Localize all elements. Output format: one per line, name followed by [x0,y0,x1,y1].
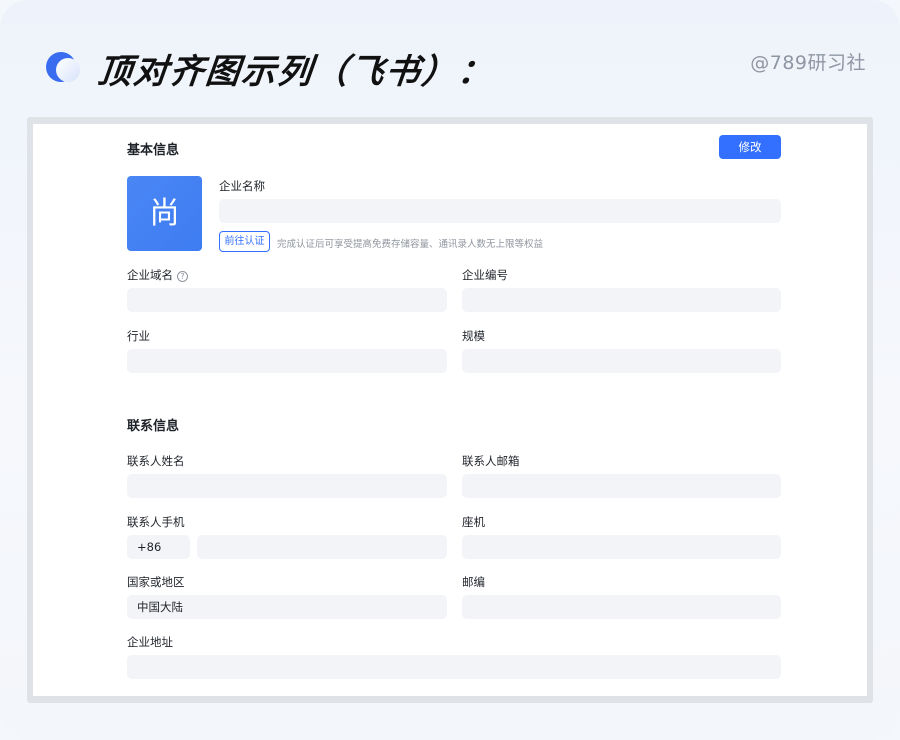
verify-hint: 完成认证后可享受提高免费存储容量、通讯录人数无上限等权益 [277,239,544,250]
address-input[interactable] [127,655,781,679]
phone-country-code-select[interactable]: +86 [127,535,190,559]
company-avatar[interactable]: 尚 [127,176,202,251]
domain-input[interactable] [127,288,447,312]
domain-label-text: 企业域名 [127,268,173,282]
watermark: @789研习社 [750,52,866,74]
contact-phone-label: 联系人手机 [127,515,185,529]
contact-info-title: 联系信息 [127,419,180,434]
postcode-label: 邮编 [462,575,485,589]
landline-label: 座机 [462,515,485,529]
brand-logo-icon [46,52,80,84]
contact-phone-input[interactable] [197,535,447,559]
industry-input[interactable] [127,349,447,373]
address-label: 企业地址 [127,635,173,649]
postcode-input[interactable] [462,595,781,619]
hero-title: 顶对齐图示列（飞书）： [95,51,496,92]
help-icon[interactable]: ? [177,271,188,282]
company-name-input[interactable] [219,199,781,223]
basic-info-title: 基本信息 [127,143,180,158]
industry-label: 行业 [127,329,150,343]
contact-name-label: 联系人姓名 [127,454,185,468]
scale-label: 规模 [462,329,485,343]
scale-input[interactable] [462,349,781,373]
company-name-label: 企业名称 [219,179,265,193]
verify-button[interactable]: 前往认证 [219,231,270,252]
edit-button[interactable]: 修改 [719,135,781,159]
landline-input[interactable] [462,535,781,559]
region-select[interactable]: 中国大陆 [127,595,447,619]
contact-email-label: 联系人邮箱 [462,454,520,468]
contact-email-input[interactable] [462,474,781,498]
hero-header: 顶对齐图示列（飞书）： [46,44,496,92]
company-number-input[interactable] [462,288,781,312]
domain-label: 企业域名? [127,267,188,283]
region-label: 国家或地区 [127,575,185,589]
contact-name-input[interactable] [127,474,447,498]
company-number-label: 企业编号 [462,268,508,282]
settings-panel: 基本信息 修改 尚 企业名称 前往认证 完成认证后可享受提高免费存储容量、通讯录… [33,124,867,696]
